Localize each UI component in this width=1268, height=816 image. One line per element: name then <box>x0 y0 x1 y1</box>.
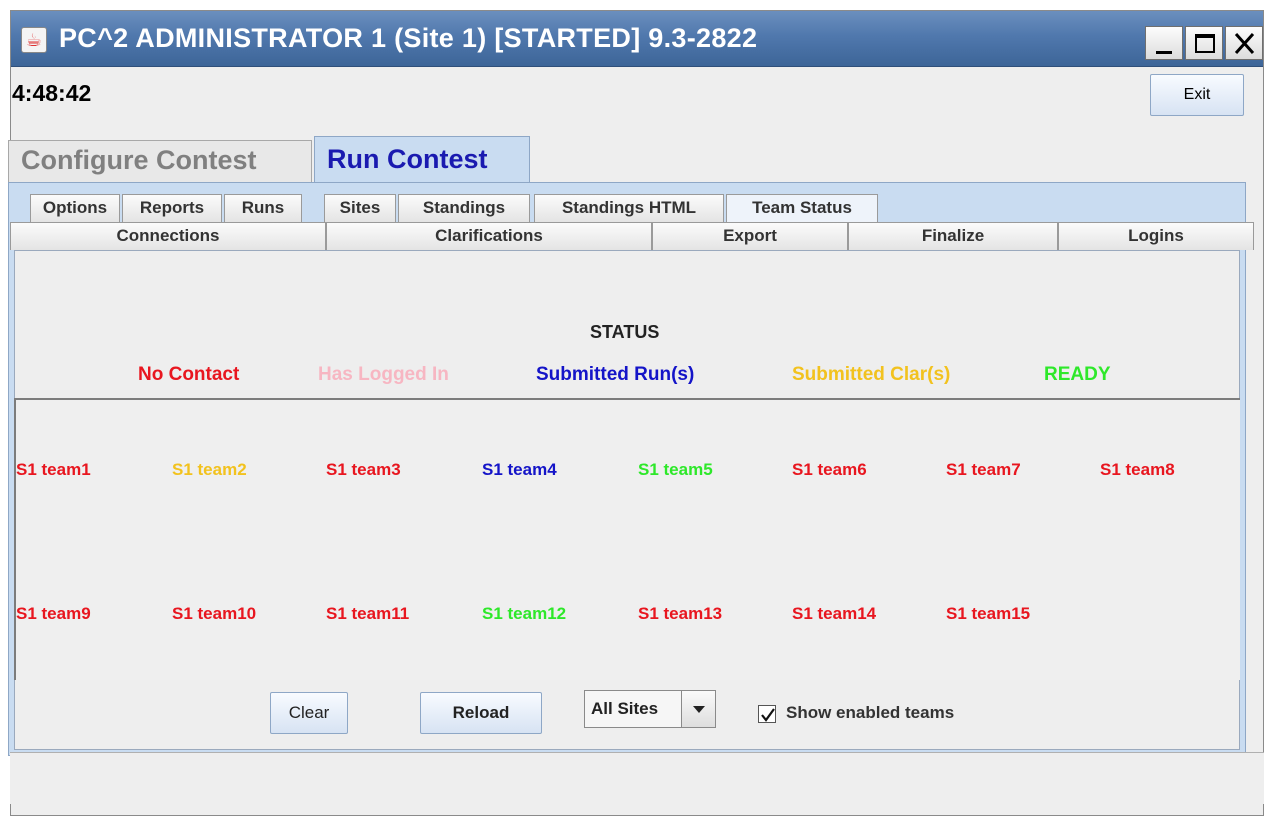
show-enabled-label: Show enabled teams <box>786 703 955 722</box>
maximize-icon <box>1195 34 1215 53</box>
legend-has-logged-in: Has Logged In <box>318 364 449 385</box>
clear-label: Clear <box>288 703 330 722</box>
tab-logins[interactable]: Logins <box>1058 222 1254 250</box>
team-label: S1 team4 <box>482 460 557 479</box>
tab-runs[interactable]: Runs <box>224 194 302 222</box>
maximize-button[interactable] <box>1185 26 1223 60</box>
exit-button[interactable]: Exit <box>1150 74 1244 116</box>
java-cup-icon: ☕ <box>21 27 47 53</box>
tab-configure-contest[interactable]: Configure Contest <box>8 140 312 182</box>
legend-no-contact: No Contact <box>138 364 240 385</box>
exit-label: Exit <box>1183 86 1211 103</box>
minimize-button[interactable] <box>1145 26 1183 60</box>
team-label: S1 team15 <box>946 604 1031 623</box>
reload-label: Reload <box>452 703 510 722</box>
team-label: S1 team6 <box>792 460 867 479</box>
team-label: S1 team10 <box>172 604 257 623</box>
team-label: S1 team5 <box>638 460 713 479</box>
legend-ready: READY <box>1044 364 1111 385</box>
team-label: S1 team12 <box>482 604 567 623</box>
tab-reports[interactable]: Reports <box>122 194 222 222</box>
team-label: S1 team1 <box>16 460 91 479</box>
tab-standings-html[interactable]: Standings HTML <box>534 194 724 222</box>
close-button[interactable] <box>1225 26 1263 60</box>
tab-standings[interactable]: Standings <box>398 194 530 222</box>
site-select[interactable]: All Sites <box>584 690 716 728</box>
chevron-down-icon <box>693 706 705 713</box>
status-title: STATUS <box>590 322 660 342</box>
legend-submitted-clars: Submitted Clar(s) <box>792 364 951 385</box>
team-label: S1 team13 <box>638 604 723 623</box>
tab-sites[interactable]: Sites <box>324 194 396 222</box>
contest-clock: 4:48:42 <box>12 80 92 106</box>
team-label: S1 team7 <box>946 460 1021 479</box>
site-select-value: All Sites <box>591 699 659 718</box>
tab-finalize[interactable]: Finalize <box>848 222 1058 250</box>
tab-run-contest[interactable]: Run Contest <box>314 136 530 182</box>
tab-clarifications[interactable]: Clarifications <box>326 222 652 250</box>
team-label: S1 team11 <box>326 604 410 623</box>
close-icon <box>1234 32 1255 55</box>
dropdown-arrow[interactable] <box>681 691 715 727</box>
show-enabled-checkbox[interactable] <box>758 705 776 723</box>
team-label: S1 team8 <box>1100 460 1175 479</box>
checkmark-icon <box>761 708 775 722</box>
team-label: S1 team9 <box>16 604 91 623</box>
team-label: S1 team3 <box>326 460 401 479</box>
title-bar[interactable]: ☕ PC^2 ADMINISTRATOR 1 (Site 1) [STARTED… <box>11 11 1263 67</box>
legend-submitted-runs: Submitted Run(s) <box>536 364 695 385</box>
tab-connections[interactable]: Connections <box>10 222 326 250</box>
tab-team-status[interactable]: Team Status <box>726 194 878 222</box>
reload-button[interactable]: Reload <box>420 692 542 734</box>
minimize-icon <box>1156 51 1172 54</box>
status-bar <box>10 752 1264 804</box>
team-grid <box>14 398 1240 680</box>
team-label: S1 team14 <box>792 604 877 623</box>
tab-options[interactable]: Options <box>30 194 120 222</box>
team-label: S1 team2 <box>172 460 247 479</box>
clear-button[interactable]: Clear <box>270 692 348 734</box>
tab-export[interactable]: Export <box>652 222 848 250</box>
window-title: PC^2 ADMINISTRATOR 1 (Site 1) [STARTED] … <box>59 23 758 53</box>
